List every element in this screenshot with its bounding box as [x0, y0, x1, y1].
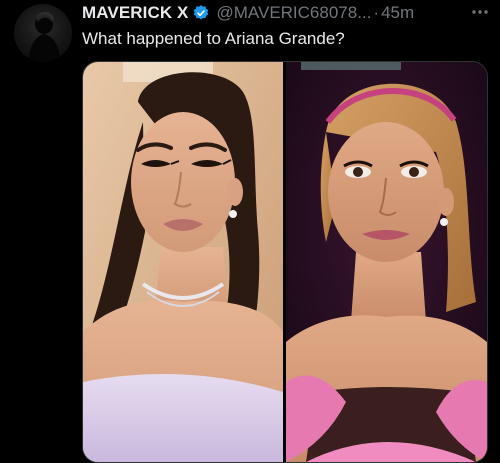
tweet-header: MAVERICK X @MAVERIC68078... · 45m	[82, 2, 414, 24]
avatar[interactable]	[14, 4, 72, 62]
photo-left[interactable]	[83, 62, 283, 462]
tweet-timestamp[interactable]: 45m	[381, 3, 414, 23]
tweet-text: What happened to Ariana Grande?	[82, 29, 345, 48]
tweet[interactable]: MAVERICK X @MAVERIC68078... · 45m What h…	[0, 0, 500, 463]
display-name[interactable]: MAVERICK X	[82, 3, 188, 23]
verified-badge-icon	[192, 4, 210, 22]
media-grid[interactable]	[82, 61, 488, 463]
time-separator: ·	[373, 3, 380, 22]
photo-right[interactable]	[286, 62, 487, 462]
avatar-silhouette-icon	[28, 12, 60, 62]
more-options-icon[interactable]	[470, 4, 490, 20]
user-handle[interactable]: @MAVERIC68078...	[216, 3, 371, 23]
